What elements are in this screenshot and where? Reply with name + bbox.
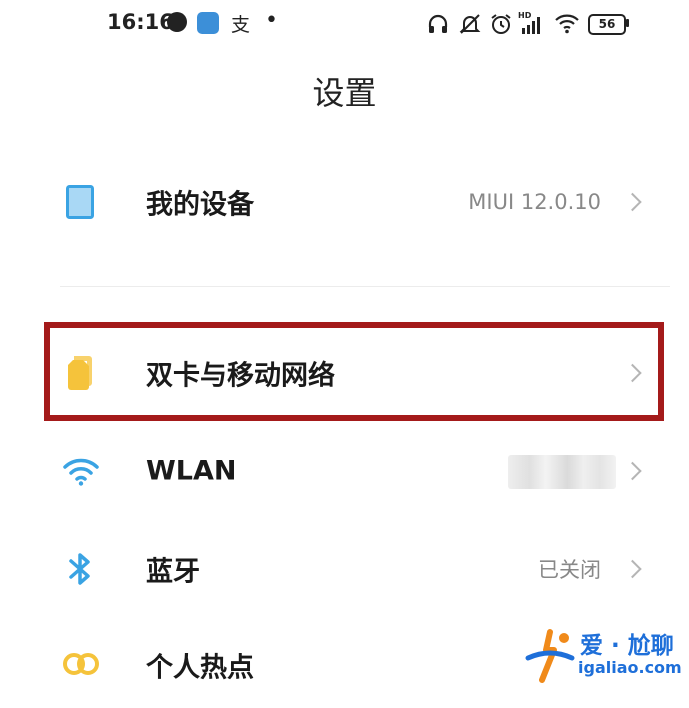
svg-text:HD: HD: [518, 11, 532, 20]
watermark: 爱 · 尬聊 igaliao.com: [520, 624, 685, 688]
signal-hd-icon: HD: [518, 11, 540, 34]
headphones-icon: [428, 14, 448, 33]
highlight-box: [44, 322, 664, 421]
settings-item-label: 蓝牙: [146, 556, 200, 588]
more-notifications-icon: •: [265, 8, 278, 33]
hotspot-icon: [63, 653, 99, 675]
battery-level: 56: [588, 14, 626, 35]
mute-bell-icon: [459, 14, 481, 34]
chevron-right-icon: [623, 559, 642, 579]
section-divider: [60, 286, 670, 287]
bluetooth-icon: [69, 553, 90, 585]
wifi-status-icon: [555, 14, 579, 34]
settings-item-label: WLAN: [146, 455, 237, 487]
watermark-text: 爱 · 尬聊: [580, 633, 674, 659]
settings-item-my-device[interactable]: 我的设备 MIUI 12.0.10: [0, 159, 689, 245]
wifi-icon: [63, 458, 99, 486]
app-notification-icon-2: [197, 12, 219, 34]
device-icon: [66, 185, 94, 219]
chevron-right-icon: [623, 461, 642, 481]
battery-icon: [626, 19, 629, 27]
alarm-icon: [491, 14, 511, 34]
watermark-url: igaliao.com: [578, 658, 682, 677]
settings-item-label: 个人热点: [146, 652, 254, 684]
alipay-notification-icon: 支: [231, 14, 251, 36]
settings-item-bluetooth[interactable]: 蓝牙 已关闭: [0, 526, 689, 612]
chevron-right-icon: [623, 192, 642, 212]
page-title: 设置: [312, 74, 377, 112]
watermark-logo-icon: [525, 629, 575, 683]
status-time: 16:16: [107, 10, 174, 34]
wlan-network-name-blurred: [508, 455, 616, 489]
settings-item-label: 我的设备: [146, 189, 254, 221]
settings-item-value: 已关闭: [538, 558, 601, 582]
app-notification-icon: [167, 12, 187, 32]
settings-item-value: MIUI 12.0.10: [468, 190, 601, 214]
status-bar: 16:16 支 • HD 56: [0, 0, 689, 52]
